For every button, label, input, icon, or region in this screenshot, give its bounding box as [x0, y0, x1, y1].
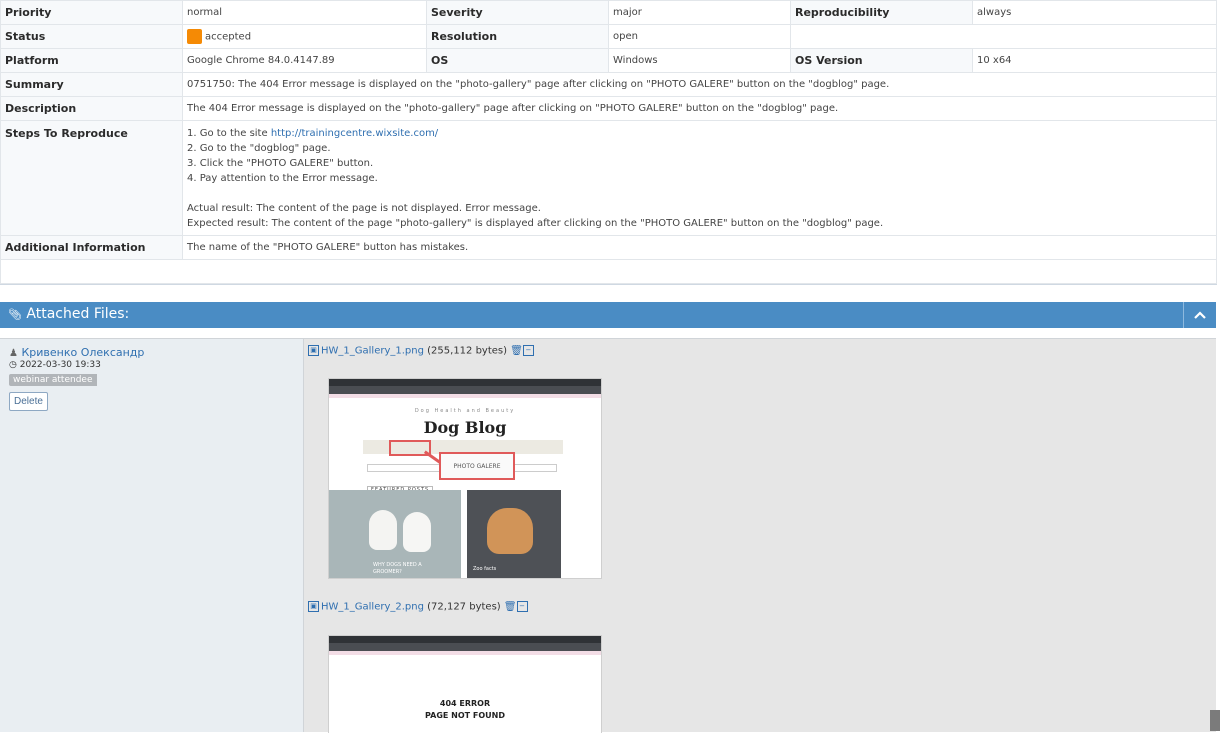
collapse-toggle[interactable]: [1183, 302, 1216, 328]
error-line-2: PAGE NOT FOUND: [425, 711, 505, 720]
corgi-dog: [487, 508, 533, 554]
collapse-preview-icon[interactable]: −: [516, 601, 528, 612]
platform-label: Platform: [0, 48, 183, 73]
priority-label: Priority: [0, 0, 183, 25]
file-1-thumbnail[interactable]: Dog Health and Beauty Dog Blog PHOTO GAL…: [328, 378, 602, 579]
row-platform: Platform Google Chrome 84.0.4147.89 OS W…: [0, 48, 1217, 73]
post-1-caption: WHY DOGS NEED A GROOMER?: [373, 562, 422, 575]
file-2-thumbnail[interactable]: 404 ERROR PAGE NOT FOUND: [328, 635, 602, 733]
row-summary: Summary 0751750: The 404 Error message i…: [0, 72, 1217, 97]
summary-label: Summary: [0, 72, 183, 97]
blog-tagline: Dog Health and Beauty: [414, 408, 516, 414]
actual-result: Actual result: The content of the page i…: [187, 203, 541, 214]
site-topbar: [329, 651, 601, 655]
file-1-size: (255,112 bytes): [427, 345, 508, 357]
os-label: OS: [426, 48, 609, 73]
step-3: 3. Click the "PHOTO GALERE" button.: [187, 158, 374, 169]
author-link[interactable]: ♟ Кривенко Олександр: [9, 346, 144, 359]
severity-label: Severity: [426, 0, 609, 25]
user-icon: ♟: [9, 348, 18, 359]
attached-files-body: ♟ Кривенко Олександр ◷ 2022-03-30 19:33 …: [0, 338, 1216, 733]
author-name: Кривенко Олександр: [21, 346, 145, 359]
step-1-text: 1. Go to the site: [187, 128, 271, 139]
status-empty-cell: [790, 24, 1217, 49]
row-steps: Steps To Reproduce 1. Go to the site htt…: [0, 120, 1217, 236]
photo-galere-zoom-box: PHOTO GALERE: [439, 452, 515, 480]
file-1-line: ▣ HW_1_Gallery_1.png (255,112 bytes) 🗑︎ −: [308, 345, 536, 357]
steps-value: 1. Go to the site http://trainingcentre.…: [182, 120, 1217, 236]
file-1-name[interactable]: HW_1_Gallery_1.png: [321, 346, 424, 357]
clock-icon: ◷: [9, 360, 17, 370]
attached-files-title: 📎︎ Attached Files:: [8, 306, 129, 322]
reproducibility-value: always: [972, 0, 1217, 25]
status-label: Status: [0, 24, 183, 49]
attached-files-title-text: Attached Files:: [26, 306, 130, 322]
bug-details: Priority normal Severity major Reproduci…: [0, 0, 1217, 285]
summary-value: 0751750: The 404 Error message is displa…: [182, 72, 1217, 97]
spacer-row: [0, 259, 1217, 284]
resolution-label: Resolution: [426, 24, 609, 49]
description-value: The 404 Error message is displayed on th…: [182, 96, 1217, 121]
steps-label: Steps To Reproduce: [0, 120, 183, 236]
file-2-name[interactable]: HW_1_Gallery_2.png: [321, 602, 424, 613]
timestamp: ◷ 2022-03-30 19:33: [9, 360, 101, 370]
platform-value: Google Chrome 84.0.4147.89: [182, 48, 427, 73]
additional-label: Additional Information: [0, 235, 183, 260]
white-poodle-1: [369, 510, 397, 550]
step-4: 4. Pay attention to the Error message.: [187, 173, 378, 184]
browser-tabbar: [329, 636, 601, 643]
delete-button[interactable]: Delete: [9, 392, 48, 411]
step-2: 2. Go to the "dogblog" page.: [187, 143, 331, 154]
featured-post-1: WHY DOGS NEED A GROOMER?: [329, 490, 461, 578]
os-value: Windows: [608, 48, 791, 73]
expected-result: Expected result: The content of the page…: [187, 218, 884, 229]
uploader-info: ♟ Кривенко Олександр ◷ 2022-03-30 19:33 …: [0, 339, 304, 732]
status-cell: accepted: [182, 24, 427, 49]
row-additional: Additional Information The name of the "…: [0, 235, 1217, 260]
reproducibility-label: Reproducibility: [790, 0, 973, 25]
browser-addressbar: [329, 643, 601, 651]
image-file-icon: ▣: [308, 601, 319, 612]
file-2-size: (72,127 bytes): [427, 601, 501, 613]
timestamp-text: 2022-03-30 19:33: [19, 360, 101, 370]
chevron-up-icon: [1194, 311, 1206, 319]
error-line-1: 404 ERROR: [439, 699, 491, 708]
collapse-preview-icon[interactable]: −: [522, 345, 534, 356]
step-1: 1. Go to the site http://trainingcentre.…: [187, 126, 1212, 141]
additional-value: The name of the "PHOTO GALERE" button ha…: [182, 235, 1217, 260]
attached-files-header: 📎︎ Attached Files:: [0, 302, 1216, 328]
browser-tabbar: [329, 379, 601, 386]
zoom-box-label: PHOTO GALERE: [453, 462, 501, 470]
status-color-icon: [187, 29, 202, 44]
browser-addressbar: [329, 386, 601, 394]
severity-value: major: [608, 0, 791, 25]
row-priority: Priority normal Severity major Reproduci…: [0, 0, 1217, 25]
trash-icon[interactable]: 🗑︎: [504, 602, 517, 613]
site-link[interactable]: http://trainingcentre.wixsite.com/: [271, 128, 438, 139]
white-poodle-2: [403, 512, 431, 552]
status-value: accepted: [205, 31, 252, 43]
resolution-value: open: [608, 24, 791, 49]
resize-grip[interactable]: [1210, 710, 1220, 731]
os-version-value: 10 x64: [972, 48, 1217, 73]
row-status: Status accepted Resolution open: [0, 24, 1217, 49]
paperclip-icon: 📎︎: [8, 308, 22, 321]
priority-value: normal: [182, 0, 427, 25]
description-label: Description: [0, 96, 183, 121]
user-tag: webinar attendee: [9, 374, 97, 386]
bug-details-table: Priority normal Severity major Reproduci…: [0, 0, 1217, 284]
image-file-icon: ▣: [308, 345, 319, 356]
post-2-caption: Zoo facts: [473, 566, 497, 572]
blog-title: Dog Blog: [423, 418, 507, 437]
os-version-label: OS Version: [790, 48, 973, 73]
file-2-line: ▣ HW_1_Gallery_2.png (72,127 bytes) 🗑︎ −: [308, 601, 530, 613]
trash-icon[interactable]: 🗑︎: [510, 346, 523, 357]
row-description: Description The 404 Error message is dis…: [0, 96, 1217, 121]
dogblog-page: Dog Health and Beauty Dog Blog PHOTO GAL…: [329, 398, 601, 578]
featured-post-2: Zoo facts: [467, 490, 561, 578]
